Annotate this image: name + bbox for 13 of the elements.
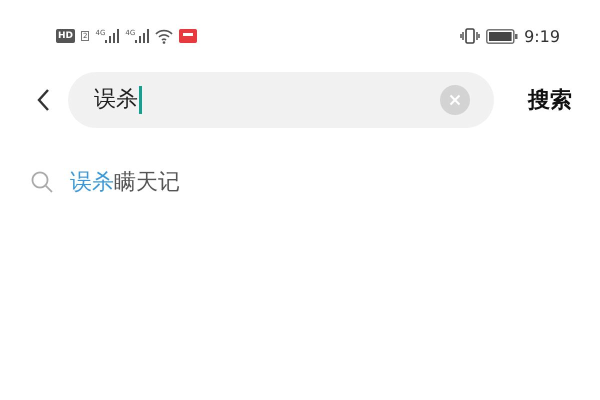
search-field[interactable]: 误杀 [68,72,494,128]
app-notification-icon [179,29,198,43]
battery-icon [486,28,518,44]
signal-icon [105,29,120,43]
clock-time: 9:19 [524,26,560,46]
signal-icon [135,29,150,43]
wifi-icon [155,28,174,44]
hd-badge: HD [56,29,76,43]
suggestion-item[interactable]: 误杀瞒天记 [70,167,180,197]
vibrate-icon [460,28,480,44]
back-icon[interactable] [36,88,50,112]
search-icon [30,170,54,194]
search-button[interactable]: 搜索 [512,85,572,115]
